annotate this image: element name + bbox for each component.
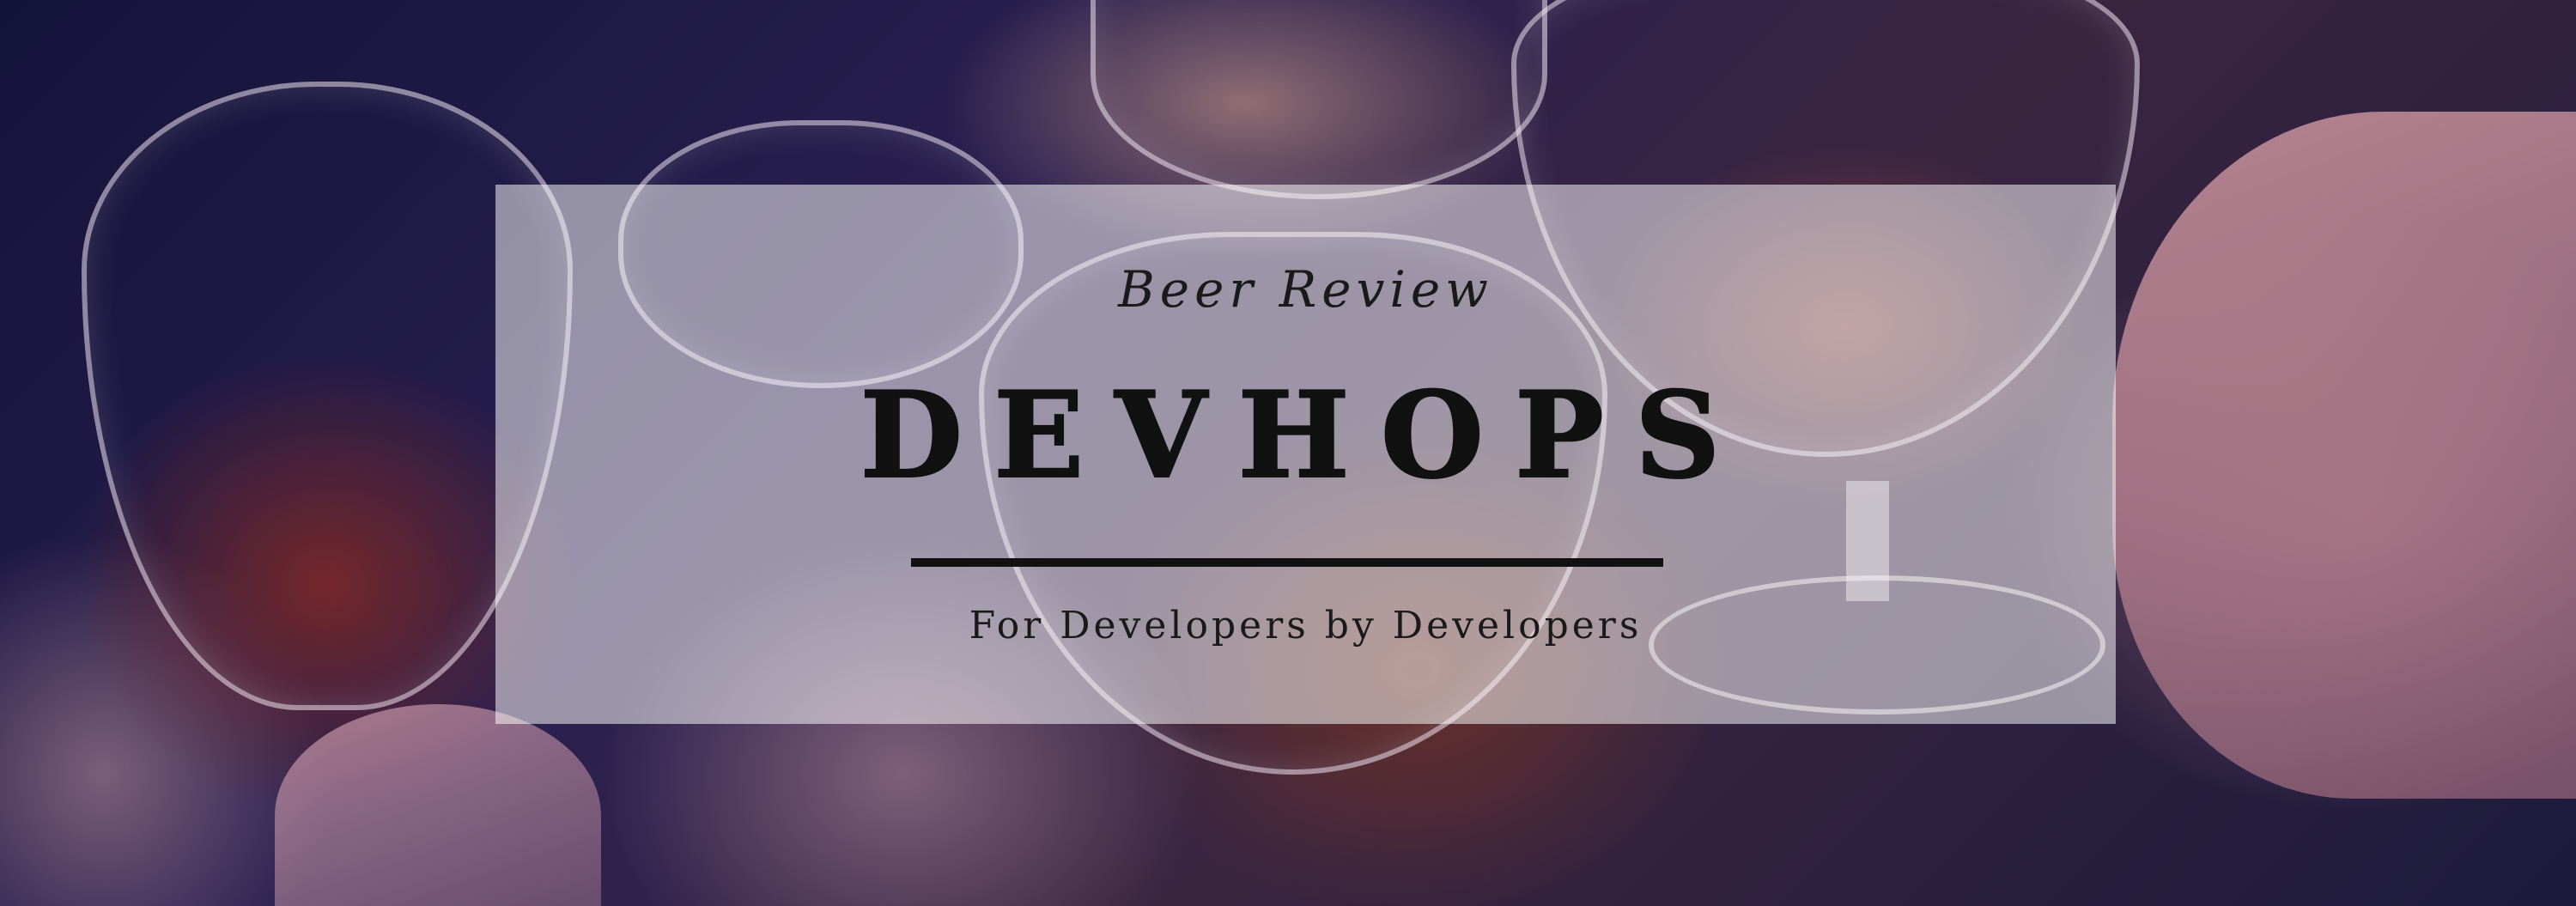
brand-title: DEVHOPS [860,364,1752,506]
kicker-text: Beer Review [1118,260,1493,319]
beer-glass-top [1091,0,1547,199]
hero-banner: Beer Review DEVHOPS For Developers by De… [0,0,2576,906]
title-panel: Beer Review DEVHOPS For Developers by De… [495,185,2116,724]
hand-right [2112,112,2576,799]
hand-bottom-left [275,704,601,906]
tagline-text: For Developers by Developers [969,604,1643,648]
divider-rule [911,558,1663,567]
